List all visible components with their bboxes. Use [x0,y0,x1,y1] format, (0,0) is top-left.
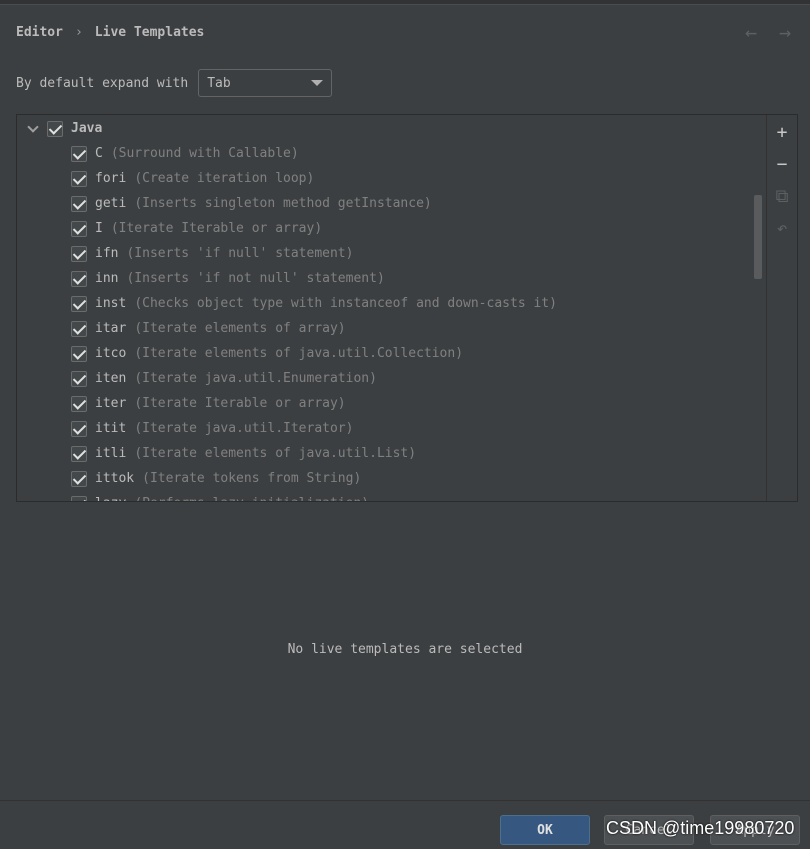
template-checkbox[interactable] [71,495,87,501]
template-description: (Iterate java.util.Enumeration) [134,371,377,386]
template-row[interactable]: iter (Iterate Iterable or array) [71,391,346,416]
template-checkbox[interactable] [71,445,87,462]
template-description: (Iterate elements of java.util.List) [134,446,417,461]
template-row[interactable]: geti (Inserts singleton method getInstanc… [71,191,432,216]
template-checkbox[interactable] [71,395,87,412]
breadcrumb-separator: › [74,24,83,40]
template-description: (Performs lazy initialization) [134,496,369,501]
template-description: (Checks object type with instanceof and … [134,296,557,311]
template-description: (Iterate Iterable or array) [110,221,323,236]
watermark: CSDN @time19980720 [606,818,795,838]
template-row[interactable]: itar (Iterate elements of array) [71,316,346,341]
chevron-down-icon[interactable] [25,121,41,137]
templates-tree-panel: Java C (Surround with Callable) fori (Creat… [16,114,798,502]
template-description: (Inserts 'if null' statement) [126,246,354,261]
add-icon[interactable]: + [771,121,793,143]
empty-selection-message: No live templates are selected [287,642,523,657]
breadcrumb-current: Live Templates [94,24,205,40]
template-row[interactable]: iten (Iterate java.util.Enumeration) [71,366,377,391]
template-description: (Surround with Callable) [110,146,299,161]
template-abbreviation: fori [95,171,127,186]
forward-arrow-icon[interactable]: → [774,20,796,44]
breadcrumb-parent[interactable]: Editor [16,25,63,40]
expand-with-value: Tab [207,75,231,91]
template-abbreviation: C [95,146,103,161]
tree-group-java[interactable]: Java [25,116,102,141]
template-checkbox[interactable] [71,220,87,237]
template-row[interactable]: inst (Checks object type with instanceof … [71,291,557,316]
template-checkbox[interactable] [71,270,87,287]
remove-icon[interactable]: − [771,153,793,175]
template-row[interactable]: ifn (Inserts 'if null' statement) [71,241,353,266]
templates-toolbar: + − ⧉ ↶ [766,115,797,501]
templates-tree: Java C (Surround with Callable) fori (Creat… [17,115,767,501]
template-abbreviation: itco [95,346,127,361]
copy-icon[interactable]: ⧉ [771,185,793,207]
expand-with-dropdown[interactable]: Tab [198,69,333,97]
group-java-label: Java [71,121,103,136]
template-row[interactable]: I (Iterate Iterable or array) [71,216,322,241]
restore-icon[interactable]: ↶ [771,217,793,239]
tree-scrollbar[interactable] [754,195,762,279]
template-abbreviation: ifn [95,246,119,261]
template-abbreviation: itit [95,421,127,436]
template-checkbox[interactable] [71,170,87,187]
template-abbreviation: iten [95,371,127,386]
template-checkbox[interactable] [71,245,87,262]
template-abbreviation: geti [95,196,127,211]
group-java-checkbox[interactable] [47,120,63,137]
breadcrumb: Editor › Live Templates [16,22,204,42]
template-row[interactable]: itco (Iterate elements of java.util.Colle… [71,341,463,366]
back-arrow-icon[interactable]: ← [740,20,762,44]
template-checkbox[interactable] [71,370,87,387]
template-checkbox[interactable] [71,295,87,312]
template-checkbox[interactable] [71,195,87,212]
template-abbreviation: itar [95,321,127,336]
template-row[interactable]: C (Surround with Callable) [71,141,299,166]
template-abbreviation: inn [95,271,119,286]
chevron-down-icon [311,80,324,86]
template-row[interactable]: ittok (Iterate tokens from String) [71,466,361,491]
template-row[interactable]: itit (Iterate java.util.Iterator) [71,416,353,441]
template-row[interactable]: inn (Inserts 'if not null' statement) [71,266,385,291]
ok-button[interactable]: OK [500,815,590,845]
template-description: (Inserts 'if not null' statement) [126,271,385,286]
title-bar-edge [0,0,810,5]
template-checkbox[interactable] [71,320,87,337]
expand-with-label: By default expand with [16,75,189,91]
template-description: (Create iteration loop) [134,171,315,186]
history-navigation: ← → [740,20,796,44]
template-checkbox[interactable] [71,145,87,162]
template-abbreviation: I [95,221,103,236]
template-description: (Iterate elements of array) [134,321,346,336]
template-checkbox[interactable] [71,420,87,437]
template-abbreviation: inst [95,296,127,311]
template-abbreviation: iter [95,396,127,411]
template-row[interactable]: fori (Create iteration loop) [71,166,314,191]
template-description: (Iterate java.util.Iterator) [134,421,354,436]
expand-with-row: By default expand with Tab [16,68,333,98]
template-abbreviation: itli [95,446,127,461]
template-description: (Iterate Iterable or array) [134,396,346,411]
template-row[interactable]: lazy (Performs lazy initialization) [71,491,369,501]
template-checkbox[interactable] [71,345,87,362]
template-description: (Inserts singleton method getInstance) [134,196,432,211]
template-checkbox[interactable] [71,470,87,487]
template-description: (Iterate tokens from String) [142,471,362,486]
template-row[interactable]: itli (Iterate elements of java.util.List) [71,441,416,466]
template-description: (Iterate elements of java.util.Collectio… [134,346,464,361]
template-abbreviation: ittok [95,471,135,486]
template-abbreviation: lazy [95,496,126,501]
